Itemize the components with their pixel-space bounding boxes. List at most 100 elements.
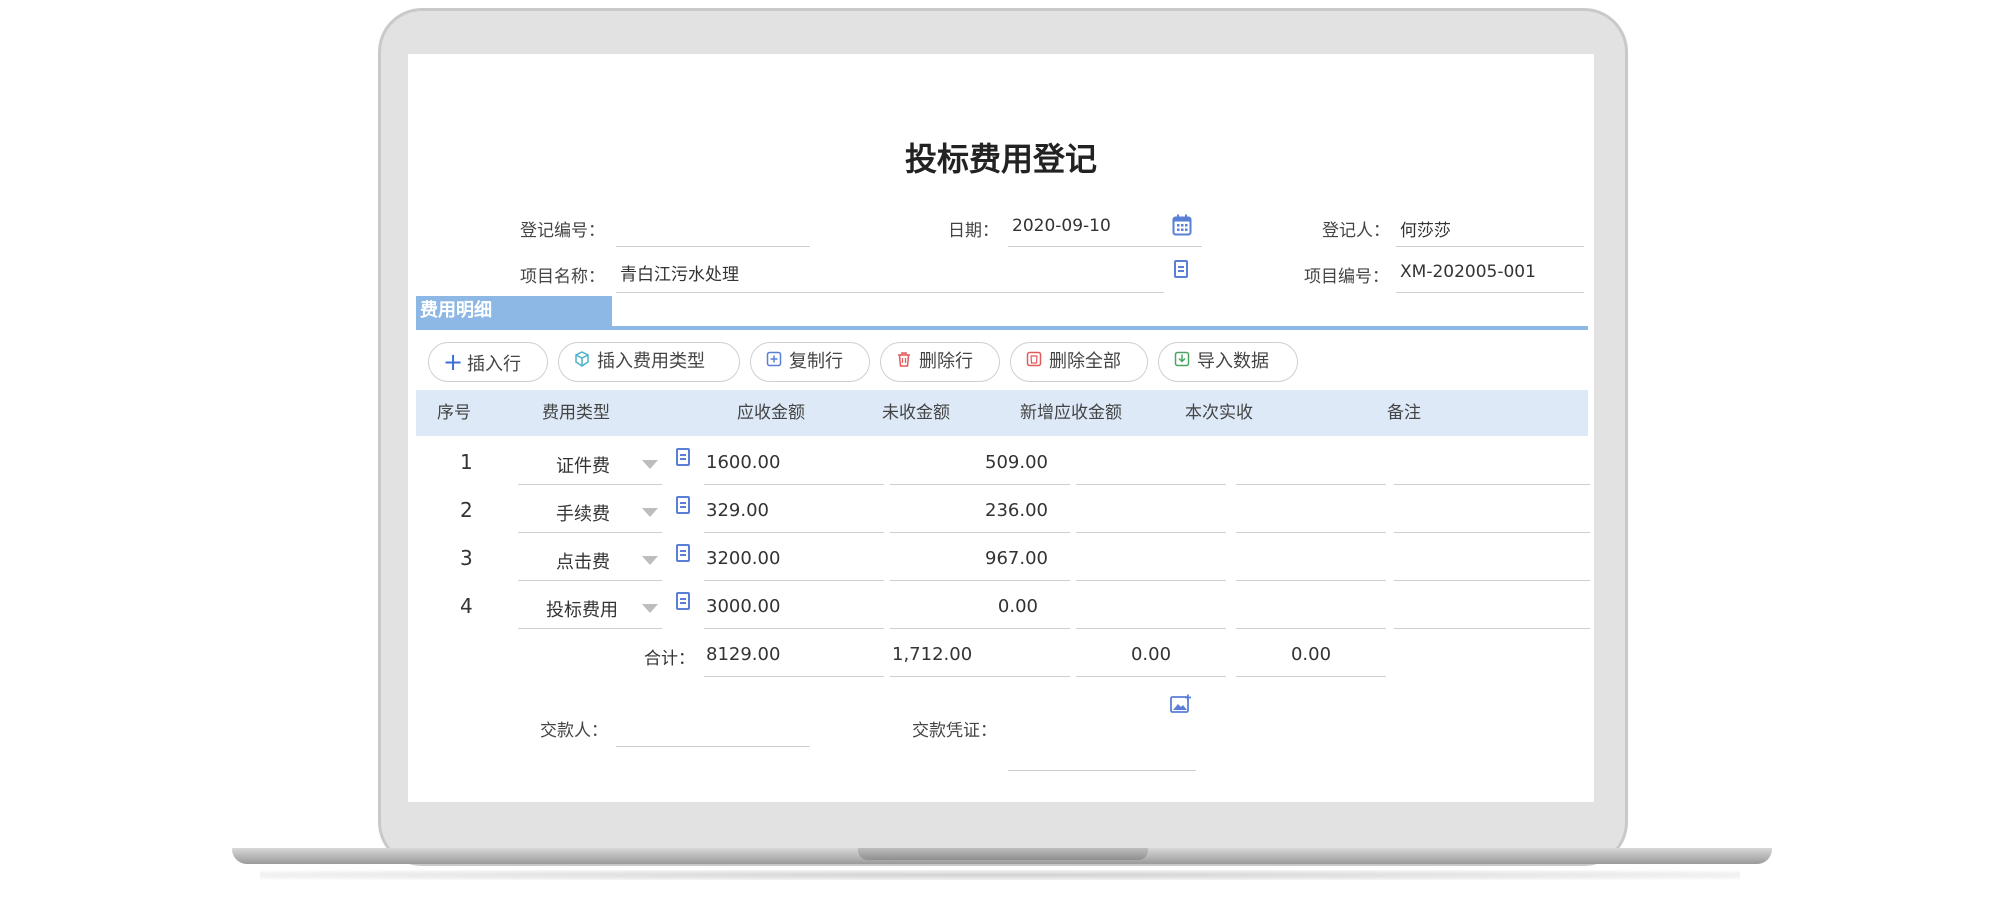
- row-1-receivable[interactable]: 1600.00: [706, 452, 780, 473]
- col-receivable-header: 应收金额: [737, 403, 805, 423]
- total-label: 合计：: [644, 649, 695, 669]
- row-1-receivable-underline: [704, 484, 884, 485]
- row-3-type-underline: [518, 580, 662, 581]
- form-screen: 投标费用登记 登记编号： 日期： 2020-09-10 登记人： 何莎莎 项目名…: [408, 54, 1594, 802]
- delete-row-button[interactable]: 删除行: [880, 342, 1000, 382]
- laptop-shadow: [260, 870, 1740, 880]
- payer-field[interactable]: [620, 716, 810, 740]
- registrar-label: 登记人：: [1322, 221, 1390, 241]
- row-4-note[interactable]: [1396, 596, 1592, 620]
- cube-icon: [573, 343, 591, 381]
- image-upload-icon[interactable]: [1170, 694, 1192, 714]
- import-data-label: 导入数据: [1197, 351, 1269, 372]
- date-label: 日期：: [948, 221, 999, 241]
- chevron-down-icon[interactable]: [642, 604, 658, 613]
- calendar-icon[interactable]: [1172, 214, 1192, 236]
- date-underline: [1008, 246, 1202, 247]
- project-no-field[interactable]: XM-202005-001: [1400, 262, 1536, 282]
- row-1-note-underline: [1394, 484, 1590, 485]
- chevron-down-icon[interactable]: [642, 556, 658, 565]
- project-name-underline: [616, 292, 1164, 293]
- row-4-note-underline: [1394, 628, 1590, 629]
- trash-icon: [895, 343, 913, 381]
- chevron-down-icon[interactable]: [642, 508, 658, 517]
- row-3-lookup-icon[interactable]: [676, 544, 690, 562]
- row-2-note-underline: [1394, 532, 1590, 533]
- copy-icon: [765, 343, 783, 381]
- row-3-received-underline: [1236, 580, 1386, 581]
- row-3-new-receivable-underline: [1076, 580, 1226, 581]
- row-1-type-underline: [518, 484, 662, 485]
- insert-fee-type-label: 插入费用类型: [597, 351, 705, 372]
- import-data-button[interactable]: 导入数据: [1158, 342, 1298, 382]
- col-unreceived-header: 未收金额: [882, 403, 950, 423]
- row-4-received[interactable]: [1238, 596, 1386, 620]
- reg-no-label: 登记编号：: [520, 221, 605, 241]
- row-4-new-receivable-underline: [1076, 628, 1226, 629]
- total-received: 0.00: [1290, 644, 1332, 665]
- registrar-underline: [1396, 246, 1584, 247]
- row-3-type[interactable]: 点击费: [556, 548, 610, 574]
- row-1-new-receivable[interactable]: [1078, 452, 1226, 476]
- voucher-underline: [1008, 770, 1196, 771]
- row-4-type-underline: [518, 628, 662, 629]
- total-unreceived-underline: [890, 676, 1070, 677]
- row-1-received[interactable]: [1238, 452, 1386, 476]
- row-2-note[interactable]: [1396, 500, 1592, 524]
- row-3-receivable[interactable]: 3200.00: [706, 548, 780, 569]
- row-2-unreceived: 236.00: [985, 500, 1048, 521]
- row-2-new-receivable[interactable]: [1078, 500, 1226, 524]
- row-2-lookup-icon[interactable]: [676, 496, 690, 514]
- section-header: 费用明细: [416, 296, 1588, 330]
- row-3-new-receivable[interactable]: [1078, 548, 1226, 572]
- col-note-header: 备注: [1387, 403, 1421, 423]
- project-no-label: 项目编号：: [1304, 267, 1389, 287]
- row-2-new-receivable-underline: [1076, 532, 1226, 533]
- row-1-type[interactable]: 证件费: [556, 452, 610, 478]
- payer-underline: [616, 746, 810, 747]
- delete-all-label: 删除全部: [1049, 351, 1121, 372]
- copy-row-button[interactable]: 复制行: [750, 342, 870, 382]
- project-lookup-icon[interactable]: [1174, 260, 1188, 278]
- project-name-field[interactable]: 青白江污水处理: [620, 260, 739, 285]
- insert-row-label: 插入行: [467, 354, 521, 375]
- table-header: 序号 费用类型 应收金额 未收金额 新增应收金额 本次实收 备注: [416, 390, 1588, 436]
- row-1-new-receivable-underline: [1076, 484, 1226, 485]
- insert-row-button[interactable]: + 插入行: [428, 342, 548, 382]
- row-2-received-underline: [1236, 532, 1386, 533]
- row-4-new-receivable[interactable]: [1078, 596, 1226, 620]
- row-1-note[interactable]: [1396, 452, 1592, 476]
- row-3-received[interactable]: [1238, 548, 1386, 572]
- reg-no-field[interactable]: [620, 216, 810, 240]
- row-2-type[interactable]: 手续费: [556, 500, 610, 526]
- registrar-field[interactable]: 何莎莎: [1400, 216, 1451, 241]
- laptop-notch: [858, 848, 1148, 860]
- row-2-type-underline: [518, 532, 662, 533]
- section-divider: [416, 326, 1588, 330]
- date-field[interactable]: 2020-09-10: [1012, 216, 1111, 236]
- clear-all-icon: [1025, 343, 1043, 381]
- voucher-label: 交款凭证：: [912, 721, 997, 741]
- row-1-unreceived: 509.00: [985, 452, 1048, 473]
- delete-all-button[interactable]: 删除全部: [1010, 342, 1148, 382]
- row-2-no: 2: [460, 498, 473, 522]
- chevron-down-icon[interactable]: [642, 460, 658, 469]
- row-2-received[interactable]: [1238, 500, 1386, 524]
- row-2-receivable-underline: [704, 532, 884, 533]
- row-3-note[interactable]: [1396, 548, 1592, 572]
- project-name-label: 项目名称：: [520, 267, 605, 287]
- col-received-header: 本次实收: [1185, 403, 1253, 423]
- project-no-underline: [1396, 292, 1584, 293]
- row-4-lookup-icon[interactable]: [676, 592, 690, 610]
- insert-fee-type-button[interactable]: 插入费用类型: [558, 342, 740, 382]
- row-2-unreceived-underline: [890, 532, 1070, 533]
- total-new-receivable-underline: [1076, 676, 1226, 677]
- row-4-receivable-underline: [704, 628, 884, 629]
- row-2-receivable[interactable]: 329.00: [706, 500, 769, 521]
- row-1-received-underline: [1236, 484, 1386, 485]
- row-4-unreceived: 0.00: [997, 596, 1038, 617]
- row-4-receivable[interactable]: 3000.00: [706, 596, 780, 617]
- row-4-type[interactable]: 投标费用: [546, 596, 618, 622]
- row-1-lookup-icon[interactable]: [676, 448, 690, 466]
- row-1-unreceived-underline: [890, 484, 1070, 485]
